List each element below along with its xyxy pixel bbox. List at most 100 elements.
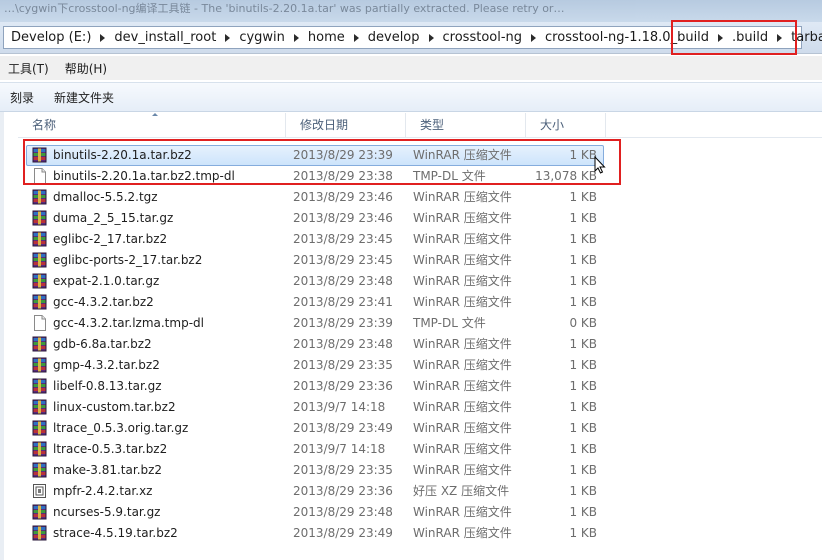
- menu-bar: 工具(T) 帮助(H): [0, 56, 822, 80]
- column-header-type-label: 类型: [420, 118, 445, 132]
- column-header-name[interactable]: 名称: [18, 113, 286, 137]
- breadcrumb-dev-install-root[interactable]: dev_install_root: [110, 30, 220, 45]
- burn-button[interactable]: 刻录: [0, 89, 44, 106]
- file-name: eglibc-2_17.tar.bz2: [53, 232, 168, 246]
- new-folder-button[interactable]: 新建文件夹: [44, 89, 124, 106]
- winrar-archive-icon: [32, 210, 47, 226]
- breadcrumb-separator-icon[interactable]: [100, 33, 106, 42]
- breadcrumb-tarballs[interactable]: tarballs: [787, 30, 822, 45]
- file-row[interactable]: eglibc-2_17.tar.bz2 2013/8/29 23:45 WinRAR…: [26, 229, 604, 250]
- file-row[interactable]: libelf-0.8.13.tar.gz 2013/8/29 23:36 WinRA…: [26, 376, 604, 397]
- file-size: 1 KB: [569, 358, 597, 372]
- file-date: 2013/8/29 23:45: [293, 232, 393, 246]
- column-headers: 名称 修改日期 类型 大小: [18, 113, 822, 138]
- file-date: 2013/8/29 23:39: [293, 148, 393, 162]
- file-size: 1 KB: [569, 400, 597, 414]
- file-size: 1 KB: [569, 190, 597, 204]
- breadcrumb-separator-icon[interactable]: [531, 33, 537, 42]
- file-date: 2013/8/29 23:38: [293, 169, 393, 183]
- file-row[interactable]: make-3.81.tar.bz2 2013/8/29 23:35 WinRAR 压…: [26, 460, 604, 481]
- column-header-date[interactable]: 修改日期: [286, 113, 406, 137]
- menu-tools[interactable]: 工具(T): [0, 60, 57, 77]
- file-row[interactable]: binutils-2.20.1a.tar.bz2 2013/8/29 23:39 W…: [26, 145, 604, 166]
- menu-help[interactable]: 帮助(H): [57, 60, 115, 77]
- file-size: 13,078 KB: [535, 169, 597, 183]
- file-date: 2013/8/29 23:41: [293, 295, 393, 309]
- file-list: binutils-2.20.1a.tar.bz2 2013/8/29 23:39 W…: [26, 145, 606, 544]
- file-type: TMP-DL 文件: [413, 316, 486, 330]
- file-type: WinRAR 压缩文件: [413, 400, 512, 414]
- file-row[interactable]: mpfr-2.4.2.tar.xz 2013/8/29 23:36 好压 XZ 压缩…: [26, 481, 604, 502]
- file-name: eglibc-ports-2_17.tar.bz2: [53, 253, 203, 267]
- file-type: WinRAR 压缩文件: [413, 421, 512, 435]
- file-row[interactable]: linux-custom.tar.bz2 2013/9/7 14:18 WinRAR…: [26, 397, 604, 418]
- file-row[interactable]: gcc-4.3.2.tar.lzma.tmp-dl 2013/8/29 23:39…: [26, 313, 604, 334]
- file-row[interactable]: ncurses-5.9.tar.gz 2013/8/29 23:48 WinRAR …: [26, 502, 604, 523]
- breadcrumb-home[interactable]: home: [304, 30, 349, 45]
- file-name: mpfr-2.4.2.tar.xz: [53, 484, 153, 498]
- file-row[interactable]: dmalloc-5.5.2.tgz 2013/8/29 23:46 WinRAR 压…: [26, 187, 604, 208]
- breadcrumb-crosstool-ng-build[interactable]: crosstool-ng-1.18.0_build: [541, 30, 713, 45]
- file-row[interactable]: strace-4.5.19.tar.bz2 2013/8/29 23:49 WinR…: [26, 523, 604, 544]
- file-date: 2013/8/29 23:48: [293, 337, 393, 351]
- column-header-size-label: 大小: [540, 118, 565, 132]
- file-date: 2013/8/29 23:35: [293, 463, 393, 477]
- file-type: WinRAR 压缩文件: [413, 274, 512, 288]
- breadcrumb[interactable]: Develop (E:) dev_install_root cygwin hom…: [3, 26, 822, 49]
- file-type: WinRAR 压缩文件: [413, 211, 512, 225]
- file-row[interactable]: ltrace_0.5.3.orig.tar.gz 2013/8/29 23:49 W…: [26, 418, 604, 439]
- file-date: 2013/8/29 23:49: [293, 526, 393, 540]
- breadcrumb-build[interactable]: .build: [728, 30, 772, 45]
- file-row[interactable]: binutils-2.20.1a.tar.bz2.tmp-dl 2013/8/29…: [26, 166, 604, 187]
- file-name: binutils-2.20.1a.tar.bz2: [53, 148, 192, 162]
- file-type: WinRAR 压缩文件: [413, 505, 512, 519]
- window-title: …\cygwin下crosstool-ng编译工具链 - The 'binuti…: [0, 0, 822, 22]
- file-type: WinRAR 压缩文件: [413, 379, 512, 393]
- file-row[interactable]: ltrace-0.5.3.tar.bz2 2013/9/7 14:18 WinRAR…: [26, 439, 604, 460]
- breadcrumb-separator-icon[interactable]: [225, 33, 231, 42]
- file-size: 1 KB: [569, 421, 597, 435]
- file-date: 2013/9/7 14:18: [293, 442, 386, 456]
- file-date: 2013/8/29 23:49: [293, 421, 393, 435]
- column-header-date-label: 修改日期: [300, 118, 349, 132]
- file-date: 2013/8/29 23:36: [293, 379, 393, 393]
- file-name: gcc-4.3.2.tar.bz2: [53, 295, 154, 309]
- sort-ascending-icon: [152, 113, 158, 116]
- file-size: 1 KB: [569, 442, 597, 456]
- winrar-archive-icon: [32, 357, 47, 373]
- file-row[interactable]: gmp-4.3.2.tar.bz2 2013/8/29 23:35 WinRAR 压…: [26, 355, 604, 376]
- breadcrumb-crosstool-ng[interactable]: crosstool-ng: [439, 30, 527, 45]
- navigation-pane-edge: [0, 112, 4, 560]
- breadcrumb-drive[interactable]: Develop (E:): [7, 30, 95, 45]
- file-type: WinRAR 压缩文件: [413, 232, 512, 246]
- column-header-size[interactable]: 大小: [526, 113, 606, 137]
- breadcrumb-cygwin[interactable]: cygwin: [235, 30, 289, 45]
- file-name: gdb-6.8a.tar.bz2: [53, 337, 152, 351]
- file-date: 2013/8/29 23:35: [293, 358, 393, 372]
- file-row[interactable]: expat-2.1.0.tar.gz 2013/8/29 23:48 WinRAR …: [26, 271, 604, 292]
- file-name: dmalloc-5.5.2.tgz: [53, 190, 158, 204]
- file-date: 2013/8/29 23:46: [293, 190, 393, 204]
- file-row[interactable]: eglibc-ports-2_17.tar.bz2 2013/8/29 23:45…: [26, 250, 604, 271]
- file-size: 1 KB: [569, 463, 597, 477]
- file-row[interactable]: duma_2_5_15.tar.gz 2013/8/29 23:46 WinRAR …: [26, 208, 604, 229]
- breadcrumb-separator-icon[interactable]: [718, 33, 724, 42]
- column-header-name-label: 名称: [32, 118, 57, 132]
- file-date: 2013/8/29 23:39: [293, 316, 393, 330]
- column-header-type[interactable]: 类型: [406, 113, 526, 137]
- breadcrumb-separator-icon[interactable]: [293, 33, 299, 42]
- breadcrumb-develop[interactable]: develop: [364, 30, 424, 45]
- breadcrumb-separator-icon[interactable]: [428, 33, 434, 42]
- file-size: 1 KB: [569, 484, 597, 498]
- winrar-archive-icon: [32, 273, 47, 289]
- breadcrumb-separator-icon[interactable]: [353, 33, 359, 42]
- file-name: binutils-2.20.1a.tar.bz2.tmp-dl: [53, 169, 235, 183]
- file-date: 2013/8/29 23:36: [293, 484, 393, 498]
- file-row[interactable]: gcc-4.3.2.tar.bz2 2013/8/29 23:41 WinRAR 压…: [26, 292, 604, 313]
- file-date: 2013/9/7 14:18: [293, 400, 386, 414]
- file-type: WinRAR 压缩文件: [413, 463, 512, 477]
- breadcrumb-separator-icon[interactable]: [777, 33, 783, 42]
- file-row[interactable]: gdb-6.8a.tar.bz2 2013/8/29 23:48 WinRAR 压缩…: [26, 334, 604, 355]
- file-size: 1 KB: [569, 253, 597, 267]
- file-type: WinRAR 压缩文件: [413, 526, 512, 540]
